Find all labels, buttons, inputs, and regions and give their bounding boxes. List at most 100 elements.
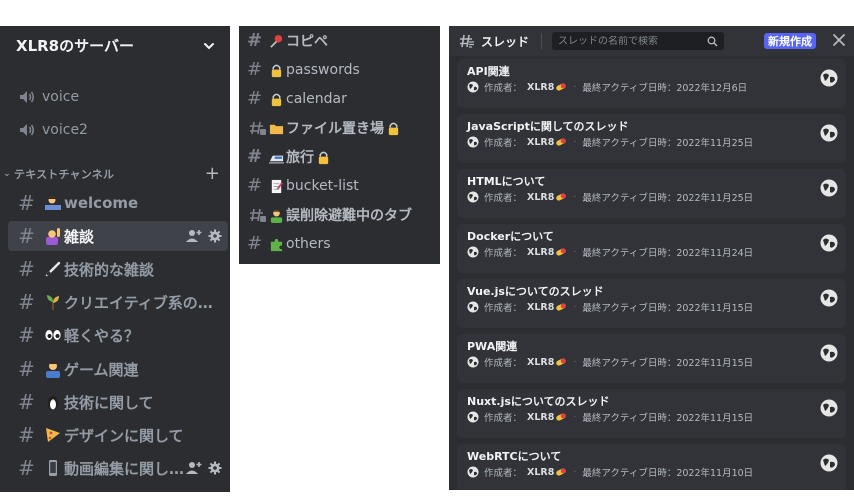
thread-meta: 作成者： XLR8 · 最終アクティブ日時： 2022年11月25日: [467, 190, 846, 204]
channel-video-editing[interactable]: # 動画編集に関し…: [8, 453, 228, 483]
gear-icon[interactable]: [208, 461, 222, 475]
activity-label: 最終アクティブ日時：: [582, 468, 677, 479]
close-icon[interactable]: [832, 33, 846, 47]
owner-name[interactable]: XLR8: [527, 137, 554, 148]
channel-zatsudan[interactable]: # 雑談: [8, 221, 228, 251]
puzzle-emoji: [270, 238, 283, 251]
add-member-icon[interactable]: [186, 461, 202, 475]
thread-search-box[interactable]: [552, 32, 725, 50]
channel-copipe[interactable]: # コピペ: [247, 27, 435, 55]
new-thread-button[interactable]: 新規作成: [764, 33, 816, 49]
owner-name[interactable]: XLR8: [527, 467, 554, 478]
pill-emoji: [556, 83, 567, 91]
owner-name[interactable]: XLR8: [527, 302, 554, 313]
channel-travel[interactable]: # 旅行: [247, 143, 435, 171]
user-avatar-icon[interactable]: [820, 69, 838, 87]
voice-channel-label: voice: [42, 89, 80, 105]
thread-card[interactable]: Vue.jsについてのスレッド 作成者： XLR8 · 最終アクティブ日時： 2022年1…: [457, 279, 846, 328]
user-avatar-icon[interactable]: [820, 179, 838, 197]
lock-emoji: [388, 122, 399, 135]
channel-welcome[interactable]: # welcome: [8, 188, 228, 218]
user-avatar-icon[interactable]: [820, 344, 838, 362]
user-avatar-icon[interactable]: [820, 454, 838, 472]
avatar-icon: [467, 466, 479, 478]
hash-icon: #: [18, 390, 35, 414]
thread-search-input[interactable]: [558, 35, 707, 47]
last-active-date: 2022年11月15日: [676, 358, 754, 369]
user-avatar-icon[interactable]: [820, 289, 838, 307]
thread-card[interactable]: HTMLについて 作成者： XLR8 · 最終アクティブ日時： 2022年11月25日: [457, 169, 846, 218]
channel-label: bucket-list: [286, 178, 359, 194]
thread-card[interactable]: API関連 作成者： XLR8 · 最終アクティブ日時： 2022年12月6日: [457, 59, 846, 108]
channel-label: 軽くやる？: [64, 326, 140, 345]
server-header[interactable]: XLR8のサーバー: [0, 26, 230, 65]
category-label: テキストチャンネル: [14, 168, 115, 181]
speaker-icon: [20, 91, 35, 103]
owner-label: 作成者：: [484, 193, 523, 204]
channel-label: 旅行: [286, 150, 314, 166]
channel-label: ゲーム関連: [64, 360, 139, 379]
thread-card[interactable]: Dockerについて 作成者： XLR8 · 最終アクティブ日時： 2022年11月24日: [457, 224, 846, 273]
thread-card[interactable]: PWA関連 作成者： XLR8 · 最終アクティブ日時： 2022年11月15日: [457, 334, 846, 383]
channel-games[interactable]: # ゲーム関連: [8, 354, 228, 384]
channel-calendar[interactable]: # calendar: [247, 85, 435, 113]
eyes-emoji: [45, 330, 61, 340]
last-active-date: 2022年11月10日: [676, 468, 754, 479]
avatar-icon: [467, 191, 479, 203]
activity-label: 最終アクティブ日時：: [582, 193, 677, 204]
thread-card[interactable]: WebRTCについて 作成者： XLR8 · 最終アクティブ日時： 2022年11月10日: [457, 444, 846, 490]
hash-icon: #: [18, 191, 35, 215]
hash-icon: #: [247, 175, 263, 196]
owner-name[interactable]: XLR8: [527, 412, 554, 423]
channel-label: welcome: [64, 194, 139, 212]
channel-label: 誤削除避難中のタブ: [286, 208, 412, 224]
channel-creative[interactable]: # クリエイティブ系の…: [8, 287, 228, 317]
channel-deleted-tabs[interactable]: 誤削除避難中のタブ: [247, 201, 435, 229]
plus-icon[interactable]: +: [205, 163, 220, 184]
hash-icon: #: [247, 233, 263, 254]
channel-label: ファイル置き場: [286, 121, 384, 137]
gear-icon[interactable]: [208, 229, 222, 243]
user-avatar-icon[interactable]: [820, 234, 838, 252]
user-avatar-icon[interactable]: [820, 399, 838, 417]
wand-emoji: [45, 261, 61, 277]
thread-card[interactable]: Nuxt.jsについてのスレッド作成者： XLR8 · 最終アクティブ日時： 2022年…: [457, 389, 846, 438]
owner-name[interactable]: XLR8: [527, 357, 554, 368]
thread-name: HTMLについて: [467, 175, 546, 188]
channel-passwords[interactable]: # passwords: [247, 56, 435, 84]
channel-design[interactable]: # デザインに関して: [8, 420, 228, 450]
separator-dot: ·: [573, 81, 577, 93]
voice-channel-voice2[interactable]: voice2: [8, 115, 222, 145]
thread-channel-icon: [250, 208, 266, 222]
hash-icon: #: [18, 290, 35, 314]
owner-name[interactable]: XLR8: [527, 82, 554, 93]
channel-casual[interactable]: # 軽くやる？: [8, 320, 228, 350]
avatar-icon: [467, 301, 479, 313]
last-active-date: 2022年11月24日: [676, 248, 754, 259]
add-member-icon[interactable]: [186, 229, 202, 243]
separator-dot: ·: [573, 356, 577, 368]
channel-technical-chat[interactable]: # 技術的な雑談: [8, 254, 228, 284]
category-text-channels[interactable]: ⌄ テキストチャンネル +: [2, 163, 226, 184]
pill-emoji: [556, 413, 567, 421]
user-avatar-icon[interactable]: [820, 124, 838, 142]
lock-emoji: [271, 93, 282, 106]
avatar-icon: [467, 411, 479, 423]
avatar-icon: [467, 356, 479, 368]
voice-channel-voice[interactable]: voice: [8, 82, 222, 112]
avatar-icon: [467, 246, 479, 258]
thread-name: Nuxt.jsについてのスレッド: [467, 395, 610, 408]
owner-label: 作成者：: [484, 138, 523, 149]
channel-bucket-list[interactable]: # bucket-list: [247, 172, 435, 200]
channel-label: 動画編集に関し…: [64, 459, 185, 478]
owner-name[interactable]: XLR8: [527, 192, 554, 203]
activity-label: 最終アクティブ日時：: [582, 248, 677, 259]
channel-tech[interactable]: # 技術に関して: [8, 387, 228, 417]
channel-others[interactable]: # others: [247, 230, 435, 258]
owner-name[interactable]: XLR8: [527, 247, 554, 258]
thread-card[interactable]: JavaScriptに関してのスレッド 作成者： XLR8 · 最終アクティブ日時： 20…: [457, 114, 846, 163]
pill-emoji: [556, 358, 567, 366]
channel-file-storage[interactable]: ファイル置き場: [247, 114, 435, 142]
owner-label: 作成者：: [484, 468, 523, 479]
thread-meta: 作成者： XLR8 · 最終アクティブ日時： 2022年11月15日: [467, 410, 846, 424]
